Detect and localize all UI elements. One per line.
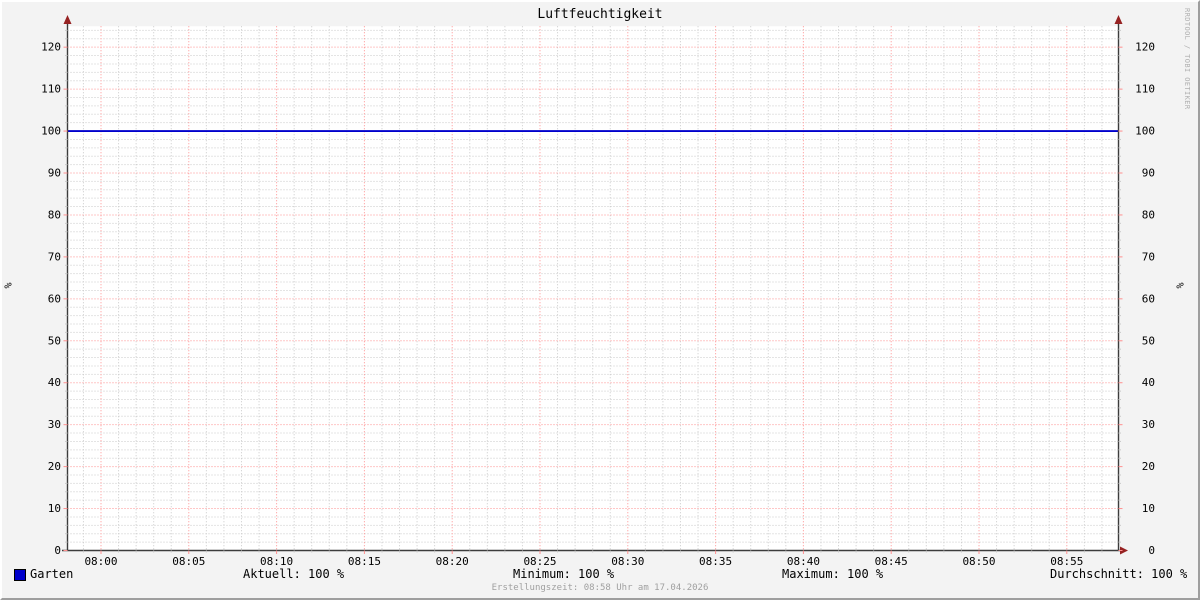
chart-plot-area: 0 0 10 10 20 20 30 30 40 40 50 50 60 60 70 70 80 80 90 90 10…: [0, 0, 1200, 600]
y-axis-tick-label-left: 10: [48, 502, 61, 515]
legend-swatch-garten: [14, 569, 26, 581]
y-axis-tick-label-left: 30: [48, 418, 61, 431]
stat-maximum: Maximum: 100 %: [782, 567, 883, 581]
y-axis-tick-label-left: 120: [41, 41, 61, 54]
legend-row: Garten Aktuell: 100 % Minimum: 100 % Max…: [0, 567, 1200, 583]
y-axis-tick-label-right: 10: [1142, 502, 1155, 515]
y-axis-tick-label-right: 100: [1135, 125, 1155, 138]
y-axis-tick-label-right: 40: [1142, 376, 1155, 389]
y-axis-tick-label-left: 100: [41, 125, 61, 138]
y-axis-tick-label-left: 0: [54, 544, 61, 557]
stat-minimum: Minimum: 100 %: [513, 567, 614, 581]
y-axis-tick-label-left: 50: [48, 334, 61, 347]
y-axis-tick-label-right: 20: [1142, 460, 1155, 473]
y-axis-tick-label-right: 0: [1148, 544, 1155, 557]
chart-title: Luftfeuchtigkeit: [0, 7, 1200, 22]
y-axis-tick-label-right: 80: [1142, 208, 1155, 221]
stat-durchschnitt: Durchschnitt: 100 %: [1050, 567, 1187, 581]
y-axis-tick-label-right: 30: [1142, 418, 1155, 431]
rrdtool-graph: 0 0 10 10 20 20 30 30 40 40 50 50 60 60 70 70 80 80 90 90 10…: [0, 0, 1200, 600]
legend-label-garten: Garten: [30, 567, 73, 581]
y-axis-tick-label-right: 90: [1142, 167, 1155, 180]
y-axis-tick-label-left: 20: [48, 460, 61, 473]
y-axis-unit-label-right: %: [1174, 276, 1185, 296]
y-axis-tick-label-left: 110: [41, 83, 61, 96]
rrdtool-watermark: RRDTOOL / TOBI OETIKER: [1183, 8, 1191, 110]
creation-timestamp: Erstellungszeit: 08:58 Uhr am 17.04.2026: [0, 583, 1200, 593]
y-axis-tick-label-right: 110: [1135, 83, 1155, 96]
y-axis-tick-label-left: 60: [48, 292, 61, 305]
y-axis-tick-label-left: 90: [48, 167, 61, 180]
y-axis-tick-label-right: 60: [1142, 292, 1155, 305]
y-axis-tick-label-right: 70: [1142, 250, 1155, 263]
y-axis-tick-label-left: 70: [48, 250, 61, 263]
y-axis-tick-label-right: 50: [1142, 334, 1155, 347]
y-axis-tick-label-right: 120: [1135, 41, 1155, 54]
y-axis-tick-label-left: 80: [48, 208, 61, 221]
y-axis-unit-label-left: %: [4, 276, 15, 296]
stat-aktuell: Aktuell: 100 %: [243, 567, 344, 581]
y-axis-tick-label-left: 40: [48, 376, 61, 389]
